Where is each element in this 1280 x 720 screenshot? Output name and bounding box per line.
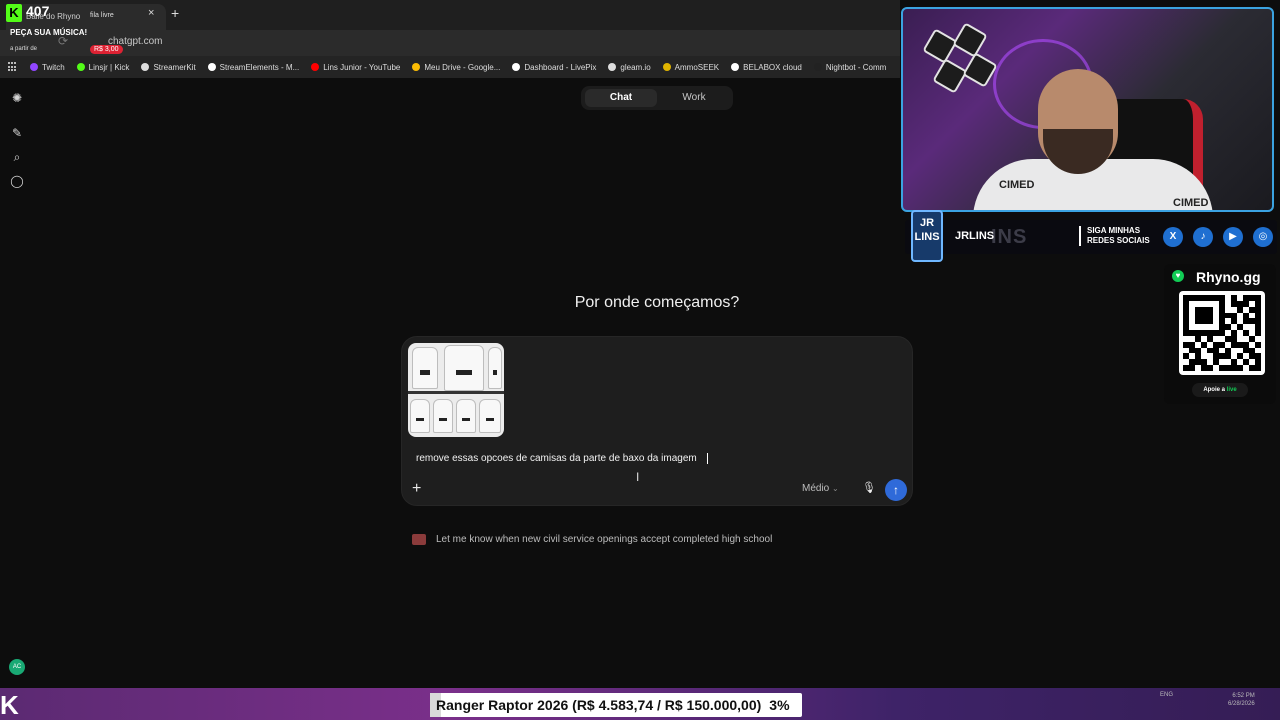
bookmark-favicon-icon (207, 63, 216, 71)
bookmark-label: Meu Drive - Google... (424, 62, 501, 72)
rhyno-title: Rhyno.gg (1196, 269, 1261, 285)
bookmark-item[interactable]: Dashboard - LivePix (512, 63, 596, 72)
clock-date: 6/28/2026 (1228, 701, 1255, 707)
model-selector[interactable]: Médio ⌄ (802, 483, 839, 494)
bookmark-favicon-icon (30, 63, 38, 71)
tab-close-icon[interactable]: × (148, 7, 154, 19)
new-chat-icon[interactable]: ✎ (10, 126, 24, 140)
clock-time: 6:52 PM (1232, 693, 1255, 699)
bookmark-favicon-icon (662, 63, 671, 71)
suggestion-text: Let me know when new civil service openi… (436, 534, 773, 545)
text-caret (706, 453, 708, 464)
bookmark-label: StreamElements - M... (219, 62, 300, 72)
follow-socials-text: SIGA MINHAS REDES SOCIAIS (1079, 226, 1153, 246)
search-icon[interactable]: ⌕ (10, 150, 24, 164)
apps-grid-icon[interactable] (8, 62, 18, 72)
bookmark-label: gleam.io (620, 62, 651, 72)
tab-work[interactable]: Work (659, 89, 729, 107)
bookmark-label: Twitch (42, 62, 65, 72)
x-twitter-icon: X (1163, 227, 1183, 247)
send-button[interactable]: ↑ (885, 479, 907, 501)
bookmark-label: Nightbot - Comm (825, 62, 887, 72)
bookmark-item[interactable]: AmmoSEEK (662, 62, 720, 72)
bookmark-item[interactable]: Lins Junior - YouTube (311, 63, 400, 72)
song-request-title: PEÇA SUA MÚSICA! (10, 28, 88, 37)
bookmark-favicon-icon (813, 63, 822, 71)
qr-code (1179, 291, 1265, 375)
mouse-cursor: I (636, 470, 640, 484)
chair-logo: CIMED (1173, 197, 1209, 209)
song-request-from-label: a partir de (10, 46, 38, 52)
bookmark-favicon-icon (412, 63, 421, 71)
bookmark-label: Dashboard - LivePix (524, 62, 597, 72)
new-tab-icon[interactable]: + (171, 5, 179, 21)
bookmark-label: Linsjr | Kick (88, 62, 130, 72)
support-live-button: Apoie a live (1192, 383, 1248, 397)
bookmark-favicon-icon (76, 63, 85, 71)
goal-percent: 3% (769, 697, 790, 713)
message-input[interactable]: remove essas opcoes de camisas da parte … (416, 453, 708, 464)
name-ghost-text: INS (991, 226, 1028, 248)
bookmarks-bar: Twitch Linsjr | Kick StreamerKit StreamElem… (0, 56, 900, 78)
chat-bubble-icon[interactable]: ◯ (10, 174, 24, 188)
bookmark-label: StreamerKit (153, 62, 196, 72)
youtube-icon: ▶ (1223, 227, 1243, 247)
bookmark-label: AmmoSEEK (674, 62, 720, 72)
support-highlight: live (1226, 387, 1237, 393)
bookmark-favicon-icon (141, 63, 150, 71)
bookmark-favicon-icon (731, 63, 740, 71)
goal-label: Ranger Raptor 2026 (R$ 4.583,74 / R$ 150… (436, 697, 762, 713)
screen: Baile do Rhyno fila livre × + ⟳ chatgpt.… (0, 0, 1280, 720)
page-title: Por onde começamos? (574, 294, 740, 311)
bookmark-label: BELABOX cloud (743, 62, 802, 72)
language-indicator: ENG (1160, 692, 1174, 698)
kick-k-logo-icon: K (0, 690, 19, 720)
rhyno-widget: ♥ Rhyno.gg Apoie a live (1164, 264, 1276, 404)
microphone-icon[interactable]: 🎙︎ (862, 481, 876, 495)
attached-image-thumbnail[interactable] (408, 343, 504, 437)
song-request-price: R$ 3,00 (90, 45, 123, 54)
tab-chat[interactable]: Chat (585, 89, 657, 107)
viewer-count: 407 (26, 3, 50, 19)
bookmark-item[interactable]: BELABOX cloud (731, 63, 802, 72)
bookmark-label: Lins Junior - YouTube (323, 62, 401, 72)
bookmark-item[interactable]: Nightbot - Comm (813, 62, 887, 72)
bookmark-item[interactable]: gleam.io (608, 62, 651, 72)
system-clock: 6:52 PM 6/28/2026 (1228, 692, 1255, 708)
bookmark-favicon-icon (512, 63, 521, 71)
bookmark-item[interactable]: StreamerKit (141, 62, 196, 72)
social-bar: JR LINS INS JRLINS SIGA MINHAS REDES SOC… (905, 210, 1277, 262)
avatar[interactable]: AC (9, 659, 25, 675)
bookmark-favicon-icon (311, 63, 320, 71)
briefcase-icon (412, 534, 426, 545)
message-text: remove essas opcoes de camisas da parte … (416, 453, 697, 465)
openai-logo-icon[interactable]: ✺ (10, 91, 24, 105)
browser-tab-bar: Baile do Rhyno fila livre × + (0, 0, 900, 30)
suggestion-item[interactable]: Let me know when new civil service openi… (412, 534, 772, 545)
bookmark-favicon-icon (608, 63, 617, 71)
mode-toggle: Chat Work (581, 86, 733, 110)
support-prefix: Apoie a (1203, 387, 1225, 393)
model-label: Médio (802, 483, 830, 494)
chevron-down-icon: ⌄ (832, 484, 839, 493)
bookmark-item[interactable]: Meu Drive - Google... (412, 63, 500, 72)
jr-lins-logo: JR LINS (911, 210, 943, 262)
message-composer[interactable]: remove essas opcoes de camisas da parte … (401, 336, 913, 506)
shirt-logo: CIMED (999, 179, 1035, 191)
donation-goal: Ranger Raptor 2026 (R$ 4.583,74 / R$ 150… (430, 693, 802, 717)
heart-icon: ♥ (1172, 270, 1184, 282)
tiktok-icon: ♪ (1193, 227, 1213, 247)
streamer-name: JRLINS (955, 230, 995, 242)
add-attachment-icon[interactable]: + (412, 480, 421, 498)
webcam-overlay: CIMED CIMED (901, 7, 1274, 212)
kick-logo-icon: K (6, 4, 22, 22)
hexagon-shelves (922, 22, 1003, 107)
bookmark-item[interactable]: Linsjr | Kick (76, 62, 130, 72)
bookmark-item[interactable]: Twitch (30, 63, 65, 72)
tab-badge: fila livre (90, 12, 114, 19)
bookmark-item[interactable]: StreamElements - M... (207, 62, 300, 72)
instagram-icon: ◎ (1253, 227, 1273, 247)
